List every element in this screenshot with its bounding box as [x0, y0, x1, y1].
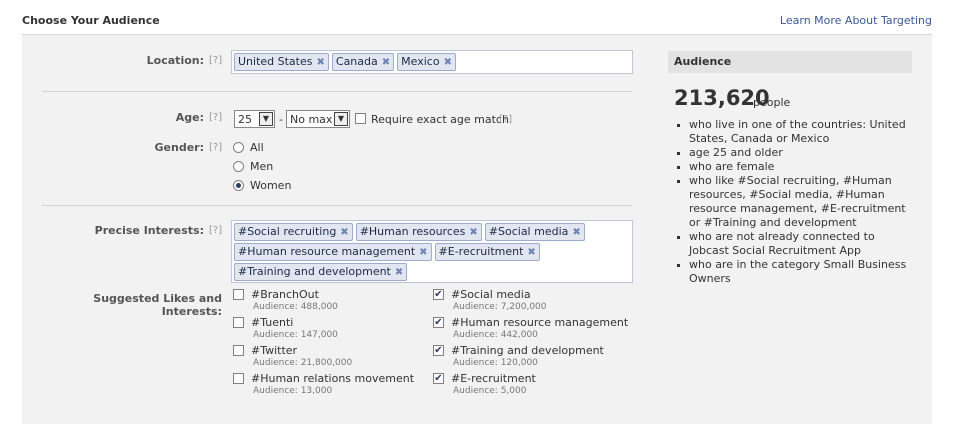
- chevron-down-icon: ▼: [334, 112, 348, 126]
- suggestion-checkbox[interactable]: ✔: [433, 289, 444, 300]
- location-token-list: United States ✖ Canada ✖ Mexico ✖: [232, 51, 632, 71]
- suggestion-name: #Human relations movement: [251, 372, 415, 385]
- token: #Training and development ✖: [234, 263, 408, 281]
- suggestion-name: #E-recruitment: [451, 372, 536, 385]
- suggestion-checkbox[interactable]: [233, 317, 244, 328]
- token-label: #Training and development: [238, 265, 391, 278]
- interests-label: Precise Interests:: [94, 224, 204, 237]
- age-help[interactable]: [?]: [209, 112, 222, 123]
- token-label: Mexico: [401, 55, 440, 68]
- age-min-select[interactable]: 25 ▼: [234, 110, 275, 128]
- suggestion-name: #Social media: [451, 288, 531, 301]
- token: #Human resource management ✖: [234, 243, 432, 261]
- gender-radio-women[interactable]: [233, 180, 244, 191]
- token: #Social media ✖: [484, 223, 585, 241]
- token-label: #Social recruiting: [238, 225, 337, 238]
- age-max-select[interactable]: No max ▼: [286, 110, 350, 128]
- interests-help[interactable]: [?]: [209, 225, 222, 236]
- audience-unit: people: [753, 96, 791, 109]
- audience-summary-item: who are not already connected to Jobcast…: [674, 230, 914, 258]
- gender-option-men: Men: [250, 160, 274, 173]
- suggestion-audience: Audience: 5,000: [453, 386, 527, 396]
- suggestion-audience: Audience: 147,000: [253, 330, 338, 340]
- checkmark-icon: ✔: [434, 317, 443, 328]
- suggestion-checkbox[interactable]: ✔: [433, 317, 444, 328]
- token-label: #Social media: [488, 225, 569, 238]
- interest-token-list: #Social recruiting ✖ #Human resources ✖ #Soc…: [232, 221, 627, 281]
- suggestion-audience: Audience: 120,000: [453, 358, 538, 368]
- audience-summary-item: age 25 and older: [674, 146, 914, 160]
- remove-x-icon[interactable]: ✖: [382, 57, 390, 68]
- suggested-label: Suggested Likes and Interests:: [93, 292, 222, 318]
- suggestion-audience: Audience: 442,000: [453, 330, 538, 340]
- token-label: Canada: [335, 55, 378, 68]
- suggestion-checkbox[interactable]: ✔: [433, 345, 444, 356]
- checkmark-icon: ✔: [434, 373, 443, 384]
- token: Mexico ✖: [397, 53, 456, 71]
- gender-option-women: Women: [250, 179, 292, 192]
- gender-radio-men[interactable]: [233, 161, 244, 172]
- suggestion-name: #Human resource management: [451, 316, 629, 329]
- token: Canada ✖: [331, 53, 395, 71]
- suggestion-checkbox[interactable]: ✔: [433, 373, 444, 384]
- section-divider: [42, 91, 632, 92]
- gender-option-all: All: [250, 141, 264, 154]
- token-label: United States: [238, 55, 313, 68]
- interests-input[interactable]: #Social recruiting ✖ #Human resources ✖ #Soc…: [231, 220, 633, 283]
- remove-x-icon[interactable]: ✖: [469, 227, 477, 238]
- audience-summary-item: who live in one of the countries: United…: [674, 118, 914, 146]
- age-label: Age:: [175, 111, 204, 124]
- audience-summary-item: who like #Social recruiting, #Human reso…: [674, 174, 914, 230]
- section-divider: [42, 205, 632, 206]
- exact-age-label: Require exact age match: [371, 113, 509, 126]
- suggestion-name: #Twitter: [251, 344, 298, 357]
- age-min-value: 25: [238, 113, 252, 126]
- age-separator: -: [279, 113, 283, 126]
- exact-age-checkbox[interactable]: [355, 113, 366, 124]
- checkmark-icon: ✔: [434, 289, 443, 300]
- remove-x-icon[interactable]: ✖: [340, 227, 348, 238]
- suggestion-checkbox[interactable]: [233, 289, 244, 300]
- chevron-down-icon: ▼: [259, 112, 273, 126]
- learn-more-link[interactable]: Learn More About Targeting: [780, 14, 932, 27]
- token-label: #Human resource management: [238, 245, 416, 258]
- token: United States ✖: [234, 53, 329, 71]
- location-label: Location:: [146, 54, 204, 67]
- audience-heading: Audience: [668, 51, 912, 73]
- suggestion-audience: Audience: 13,000: [253, 386, 333, 396]
- suggestion-name: #Training and development: [451, 344, 604, 357]
- gender-label: Gender:: [154, 141, 204, 154]
- remove-x-icon[interactable]: ✖: [317, 57, 325, 68]
- checkmark-icon: ✔: [434, 345, 443, 356]
- suggestion-name: #BranchOut: [251, 288, 319, 301]
- remove-x-icon[interactable]: ✖: [444, 57, 452, 68]
- suggestion-checkbox[interactable]: [233, 373, 244, 384]
- suggestion-audience: Audience: 21,800,000: [253, 358, 353, 368]
- token-label: #Human resources: [359, 225, 466, 238]
- token: #E-recruitment ✖: [434, 243, 540, 261]
- token-label: #E-recruitment: [438, 245, 524, 258]
- audience-summary-item: who are in the category Small Business O…: [674, 258, 914, 286]
- gender-help[interactable]: [?]: [209, 142, 222, 153]
- page-title: Choose Your Audience: [22, 14, 160, 27]
- suggestion-name: #Tuenti: [251, 316, 294, 329]
- remove-x-icon[interactable]: ✖: [572, 227, 580, 238]
- gender-radio-all[interactable]: [233, 142, 244, 153]
- audience-summary-list: who live in one of the countries: United…: [674, 118, 914, 286]
- age-max-value: No max: [290, 113, 333, 126]
- suggestion-checkbox[interactable]: [233, 345, 244, 356]
- remove-x-icon[interactable]: ✖: [419, 247, 427, 258]
- token: #Social recruiting ✖: [234, 223, 353, 241]
- exact-age-help[interactable]: [?]: [499, 114, 512, 125]
- suggestion-audience: Audience: 488,000: [253, 302, 338, 312]
- remove-x-icon[interactable]: ✖: [527, 247, 535, 258]
- token: #Human resources ✖: [355, 223, 482, 241]
- remove-x-icon[interactable]: ✖: [395, 267, 403, 278]
- location-input[interactable]: United States ✖ Canada ✖ Mexico ✖: [231, 50, 633, 74]
- location-help[interactable]: [?]: [209, 55, 222, 66]
- suggestion-audience: Audience: 7,200,000: [453, 302, 547, 312]
- audience-summary-item: who are female: [674, 160, 914, 174]
